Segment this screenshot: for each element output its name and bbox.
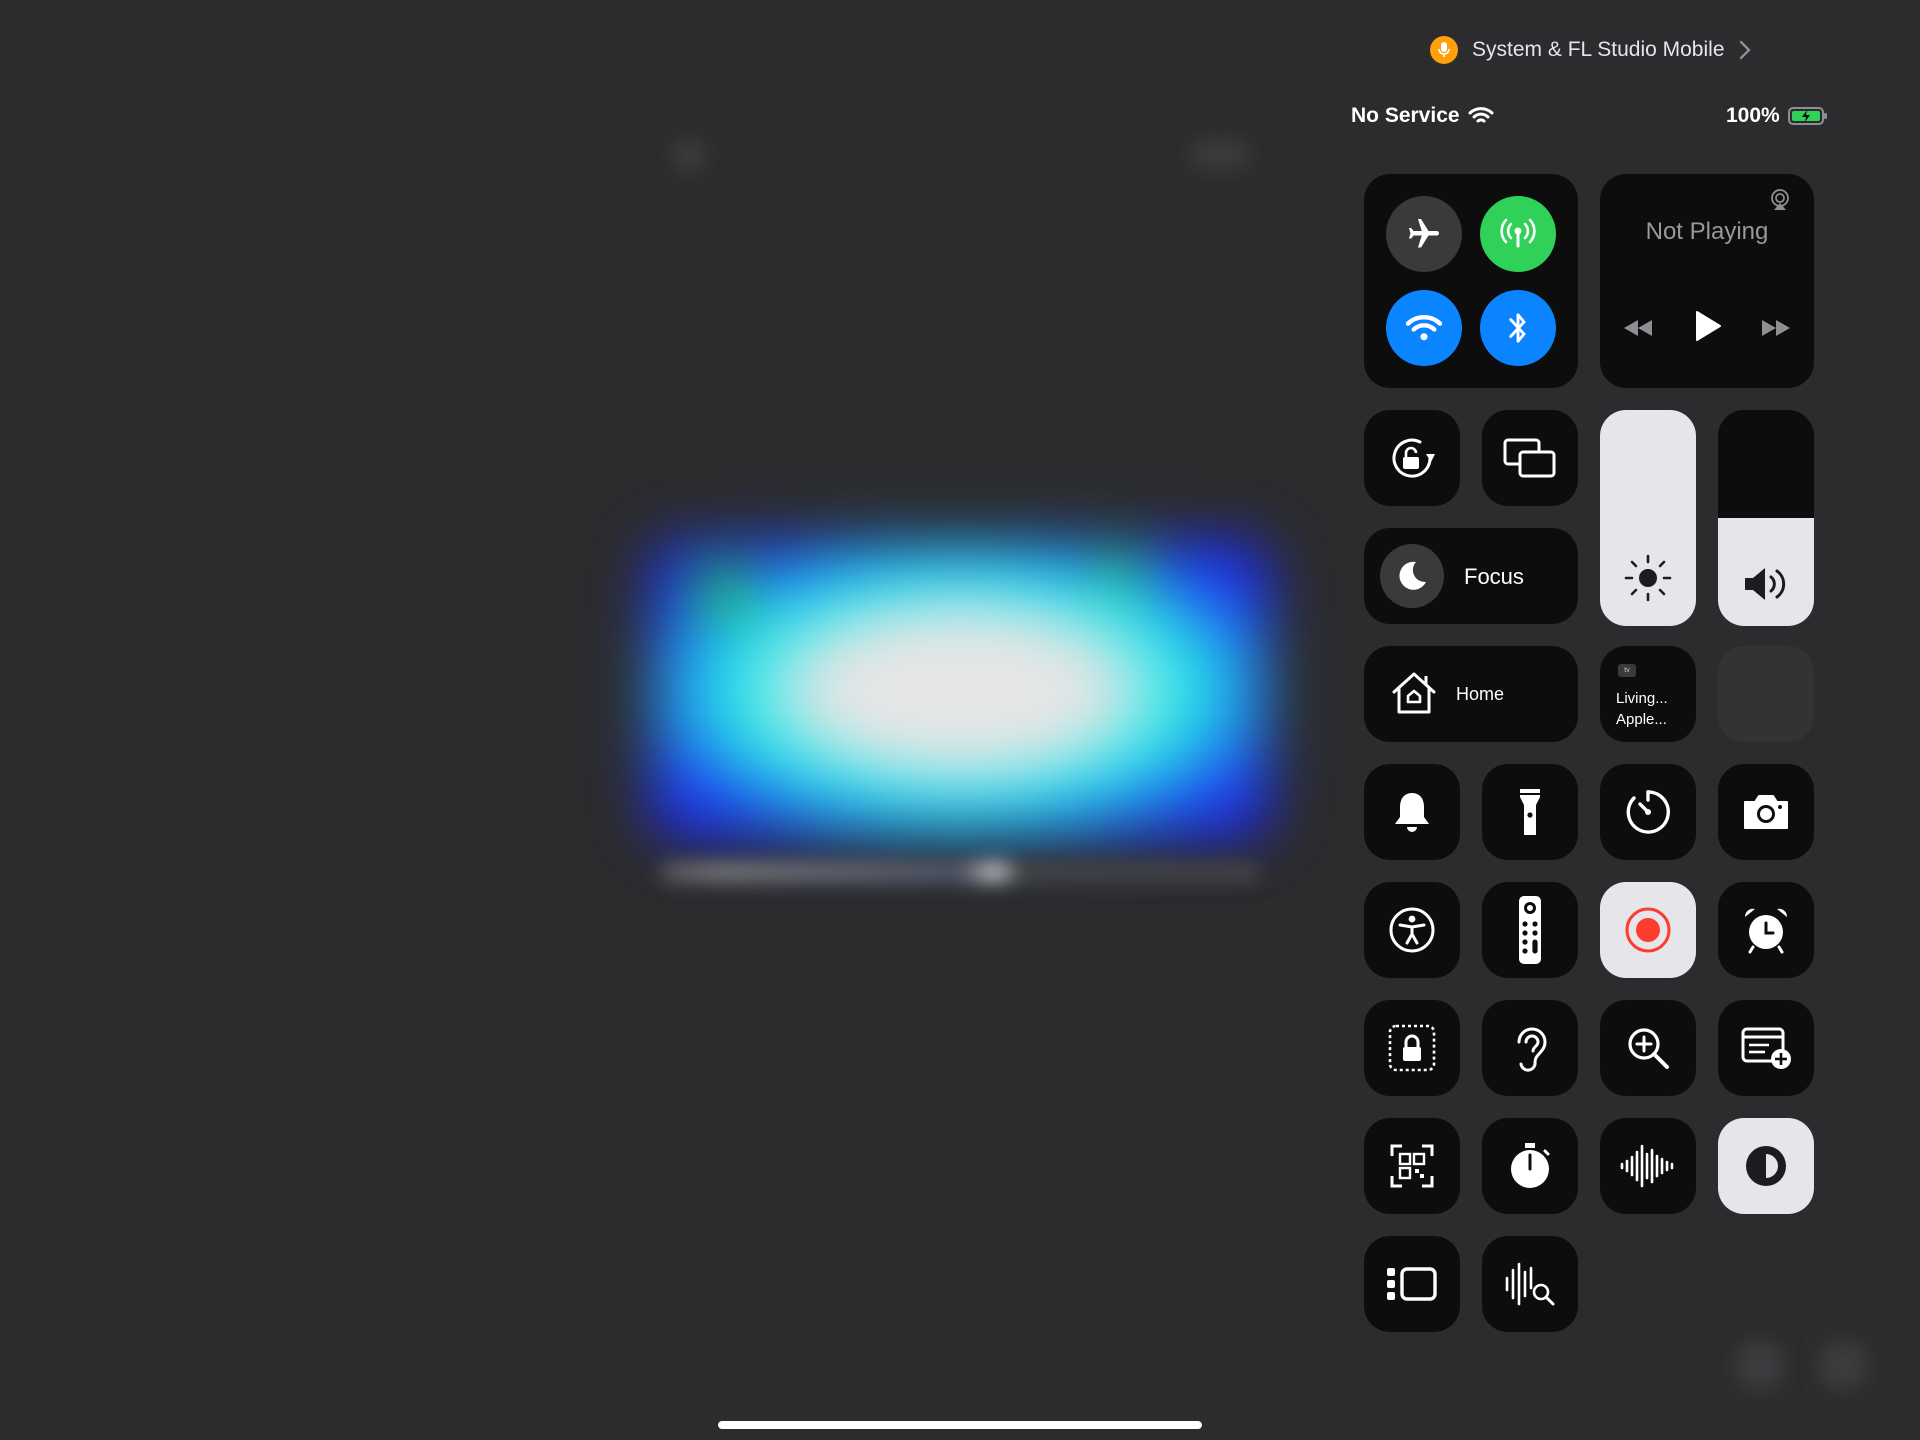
apple-tv-icon: tv <box>1618 664 1636 677</box>
chevron-right-icon <box>1739 40 1751 60</box>
timer-button[interactable] <box>1600 764 1696 860</box>
hearing-icon <box>1517 1027 1547 1072</box>
battery-icon <box>1787 107 1827 125</box>
silent-mode-button[interactable] <box>1364 764 1460 860</box>
screen-mirroring-button[interactable] <box>1482 410 1578 506</box>
blurred-button <box>1190 140 1250 168</box>
stage-manager-icon <box>1387 1267 1437 1301</box>
blurred-button <box>672 138 706 172</box>
hearing-button[interactable] <box>1482 1000 1578 1096</box>
blurred-button <box>1735 1340 1785 1390</box>
dark-mode-button[interactable] <box>1718 1118 1814 1214</box>
screen-recording-button[interactable] <box>1600 882 1696 978</box>
guided-access-icon <box>1388 1024 1436 1072</box>
apple-tv-remote-button[interactable] <box>1482 882 1578 978</box>
quick-note-button[interactable] <box>1718 1000 1814 1096</box>
screen-record-icon <box>1625 907 1671 953</box>
apple-tv-line1: Living... <box>1616 690 1668 707</box>
privacy-label: System & FL Studio Mobile <box>1472 38 1725 61</box>
qr-code-icon <box>1390 1144 1434 1188</box>
magnifier-icon <box>1628 1028 1669 1069</box>
speaker-icon <box>1745 568 1786 600</box>
alarm-button[interactable] <box>1718 882 1814 978</box>
magnifier-button[interactable] <box>1600 1000 1696 1096</box>
wifi-status-icon <box>1468 107 1494 123</box>
screen-mirroring-icon <box>1503 438 1556 478</box>
dark-mode-icon <box>1746 1146 1786 1186</box>
remote-icon <box>1519 896 1541 964</box>
code-scanner-button[interactable] <box>1364 1118 1460 1214</box>
apple-tv-badge: tv <box>1624 667 1630 674</box>
microphone-icon <box>1430 36 1458 64</box>
background-app <box>0 0 1868 1440</box>
camera-icon <box>1744 795 1788 829</box>
orientation-lock-button[interactable] <box>1364 410 1460 506</box>
blurred-scrubber <box>660 862 1260 882</box>
flashlight-icon <box>1520 789 1540 835</box>
house-icon <box>1392 672 1436 714</box>
carrier-label: No Service <box>1351 104 1460 127</box>
home-label: Home <box>1456 684 1505 704</box>
stopwatch-button[interactable] <box>1482 1118 1578 1214</box>
privacy-indicator[interactable]: System & FL Studio Mobile <box>1430 36 1751 64</box>
guided-access-button[interactable] <box>1364 1000 1460 1096</box>
focus-button[interactable]: Focus <box>1364 528 1578 624</box>
connectivity-module <box>1364 174 1578 388</box>
focus-label: Focus <box>1464 564 1524 589</box>
sound-recognition-icon <box>1505 1262 1555 1306</box>
sun-icon <box>1624 554 1672 602</box>
rewind-icon[interactable] <box>1622 318 1654 338</box>
flashlight-button[interactable] <box>1482 764 1578 860</box>
rotation-lock-icon <box>1392 438 1435 478</box>
moon-icon <box>1399 561 1426 590</box>
voice-memo-icon <box>1620 1144 1674 1188</box>
wifi-toggle[interactable] <box>1386 290 1462 366</box>
play-icon[interactable] <box>1694 310 1722 342</box>
fast-forward-icon[interactable] <box>1760 318 1792 338</box>
now-playing-title: Not Playing <box>1645 218 1769 245</box>
cellular-data-toggle[interactable] <box>1480 196 1556 272</box>
wifi-icon <box>1405 315 1443 341</box>
stage-manager-button[interactable] <box>1364 1236 1460 1332</box>
now-playing-module[interactable]: Not Playing <box>1600 174 1814 388</box>
home-indicator[interactable] <box>718 1421 1202 1429</box>
brightness-slider[interactable] <box>1600 410 1696 626</box>
stopwatch-icon <box>1511 1143 1550 1188</box>
bluetooth-icon <box>1509 313 1526 343</box>
accessibility-button[interactable] <box>1364 882 1460 978</box>
volume-slider[interactable] <box>1718 410 1814 626</box>
blurred-video <box>650 540 1270 840</box>
airplane-mode-toggle[interactable] <box>1386 196 1462 272</box>
bell-icon <box>1395 793 1429 832</box>
apple-tv-line2: Apple... <box>1616 711 1667 728</box>
accessibility-icon <box>1389 907 1435 953</box>
status-carrier: No Service <box>1351 104 1494 128</box>
timer-icon <box>1626 790 1670 834</box>
sound-recognition-button[interactable] <box>1482 1236 1578 1332</box>
apple-tv-button[interactable]: tv Living... Apple... <box>1600 646 1696 742</box>
airplane-icon <box>1409 219 1439 248</box>
empty-slot <box>1718 646 1814 742</box>
home-button[interactable]: Home <box>1364 646 1578 742</box>
blurred-button <box>1818 1340 1868 1390</box>
status-battery: 100% <box>1726 104 1827 128</box>
bluetooth-toggle[interactable] <box>1480 290 1556 366</box>
quick-note-icon <box>1741 1027 1791 1069</box>
voice-memos-button[interactable] <box>1600 1118 1696 1214</box>
camera-button[interactable] <box>1718 764 1814 860</box>
airplay-icon[interactable] <box>1768 188 1792 212</box>
battery-percent: 100% <box>1726 104 1780 127</box>
cellular-antenna-icon <box>1500 218 1536 248</box>
alarm-icon <box>1744 908 1788 954</box>
